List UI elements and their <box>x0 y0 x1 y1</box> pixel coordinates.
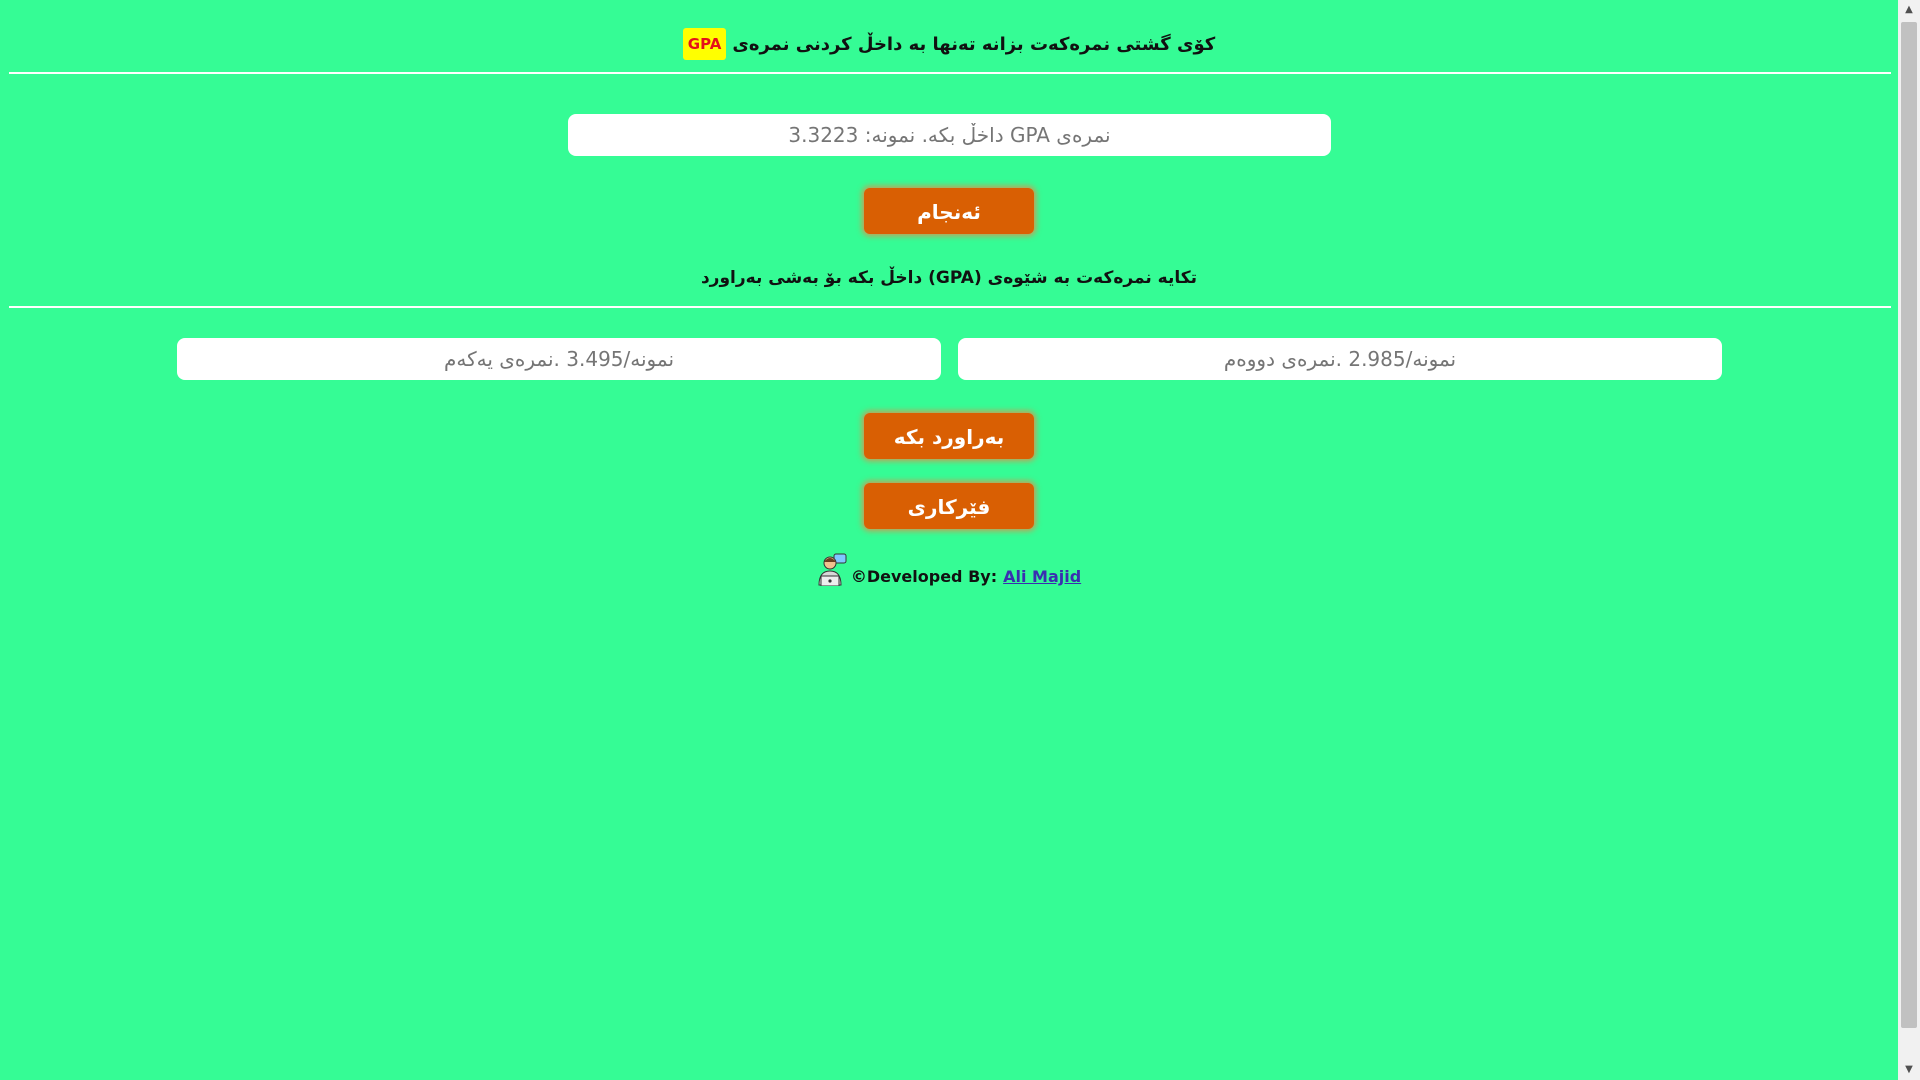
page-title: کۆی گشتی نمرەکەت بزانە تەنها بە داخڵ کرد… <box>0 28 1898 60</box>
gpa-input[interactable] <box>568 114 1331 156</box>
first-gpa-input[interactable] <box>177 338 941 380</box>
scroll-thumb[interactable] <box>1901 22 1917 1028</box>
page: کۆی گشتی نمرەکەت بزانە تەنها بە داخڵ کرد… <box>0 0 1898 1080</box>
compare-button[interactable]: بەراورد بکە <box>864 413 1034 459</box>
title-text: کۆی گشتی نمرەکەت بزانە تەنها بە داخڵ کرد… <box>732 33 1216 55</box>
scroll-down-arrow-icon[interactable]: ▼ <box>1898 1060 1920 1080</box>
developer-icon <box>818 553 847 586</box>
author-link[interactable]: Ali Majid <box>1003 567 1081 586</box>
developer-credit: ©Developed By: <box>850 567 998 586</box>
divider-middle <box>9 306 1891 308</box>
vertical-scrollbar[interactable]: ▲ ▼ <box>1898 0 1920 1080</box>
result-button[interactable]: ئەنجام <box>864 188 1034 234</box>
second-gpa-input[interactable] <box>958 338 1722 380</box>
tutorial-button[interactable]: فێرکاری <box>864 483 1034 529</box>
gpa-badge: GPA <box>682 28 727 60</box>
compare-instruction: تکایە نمرەکەت بە شێوەی (GPA) داخڵ بکە بۆ… <box>700 268 1198 288</box>
scroll-up-arrow-icon[interactable]: ▲ <box>1898 0 1920 20</box>
footer: ©Developed By: Ali Majid <box>0 552 1898 586</box>
divider-top <box>9 72 1891 74</box>
